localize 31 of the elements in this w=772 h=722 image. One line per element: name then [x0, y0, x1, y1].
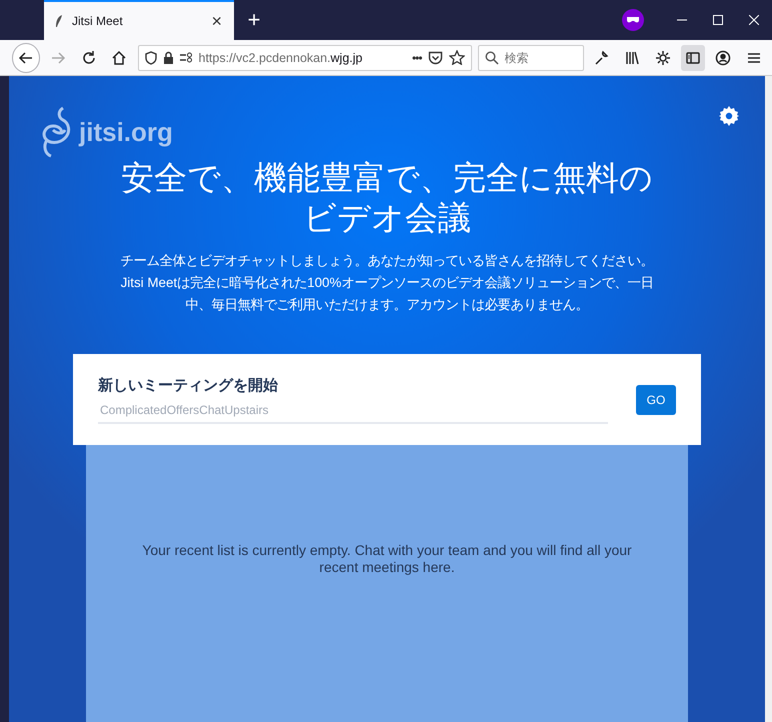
- back-button[interactable]: [12, 42, 40, 72]
- back-arrow-icon[interactable]: [18, 50, 34, 66]
- settings-icon[interactable]: [719, 106, 739, 126]
- page-title: 安全で、機能豊富で、完全に無料のビデオ会議: [120, 158, 654, 238]
- browser-tab[interactable]: Jitsi Meet ×: [44, 0, 234, 40]
- card-heading: 新しいミーティングを開始: [98, 376, 279, 394]
- pocket-icon[interactable]: [428, 50, 443, 64]
- close-icon[interactable]: [749, 15, 759, 25]
- logo-text: jitsi.org: [79, 116, 173, 148]
- url-field[interactable]: https://vc2.pcdennokan.wjg.jp •••: [138, 44, 472, 70]
- description-text: チーム全体とビデオチャットしましょう。あなたが知っている皆さんを招待してください。Jitsi Meetは完全に暗号化された100%オープンソースのビデオ会議ソリューションで、一日中、毎日無料でご利用いただけます。アカウントは必要ありません。: [120, 252, 654, 314]
- reload-icon[interactable]: [80, 50, 97, 66]
- page-actions-button[interactable]: •••: [412, 50, 422, 64]
- maximize-icon[interactable]: [713, 15, 723, 25]
- permissions-icon: [180, 52, 192, 63]
- lock-icon: [162, 51, 174, 64]
- new-tab-button[interactable]: +: [240, 0, 268, 40]
- star-icon[interactable]: [448, 50, 465, 65]
- home-icon[interactable]: [111, 50, 128, 66]
- search-icon: [484, 50, 499, 64]
- feather-icon: [54, 14, 64, 28]
- sidebar-icon[interactable]: [680, 44, 706, 70]
- search-field[interactable]: 検索: [478, 44, 584, 70]
- scrollbar[interactable]: [765, 76, 772, 722]
- empty-message: Your recent list is currently empty. Chat with your team and you will find all your recent meetings here.: [141, 542, 633, 576]
- go-button[interactable]: GO: [636, 384, 676, 414]
- private-mask-icon: [622, 9, 644, 31]
- tab-title: Jitsi Meet: [72, 14, 124, 28]
- shield-icon: [144, 50, 156, 64]
- close-tab-button[interactable]: ×: [209, 10, 224, 32]
- room-name-field[interactable]: ComplicatedOffersChatUpstairs: [98, 402, 608, 424]
